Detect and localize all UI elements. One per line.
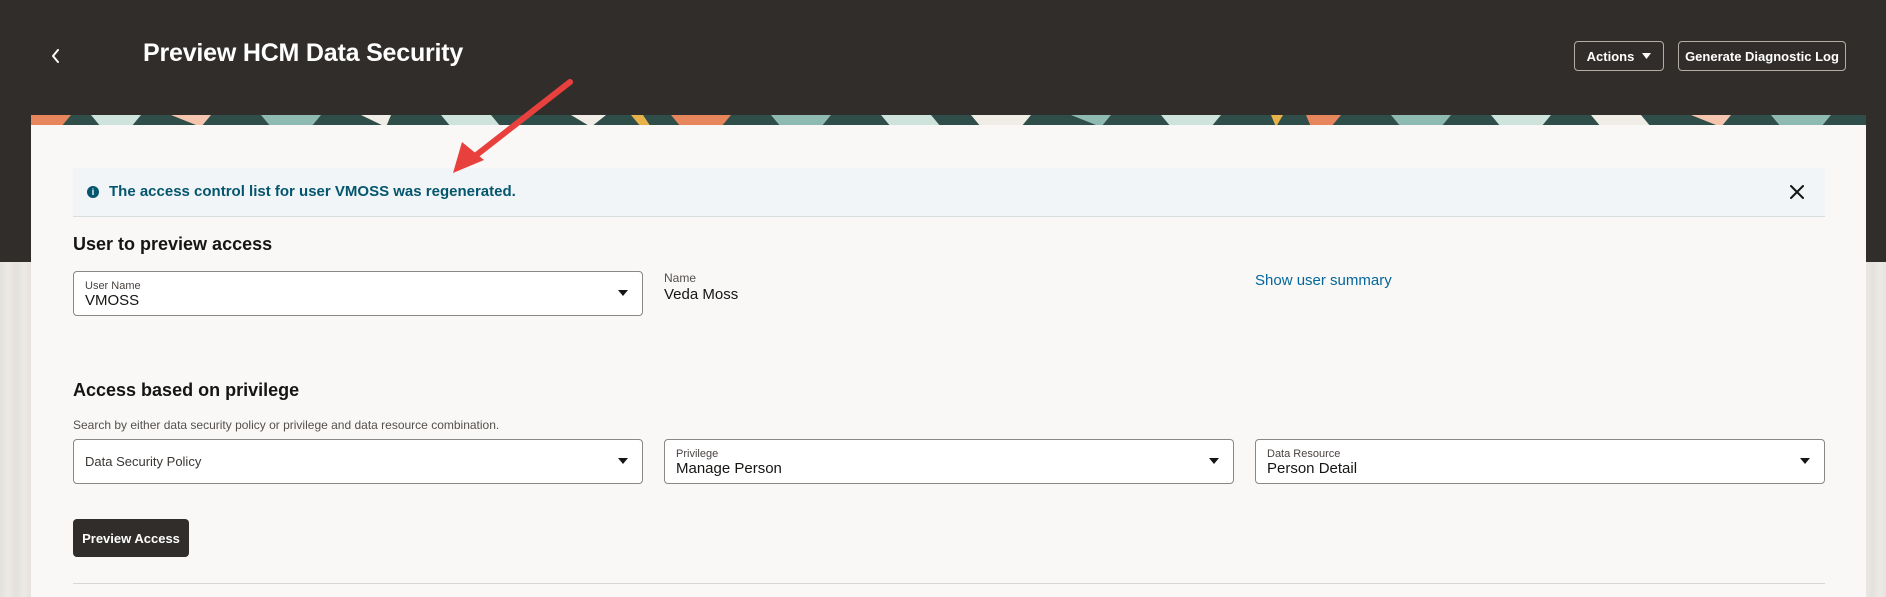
data-resource-label: Data Resource	[1267, 448, 1341, 460]
data-resource-value: Person Detail	[1267, 460, 1358, 477]
data-security-policy-select[interactable]: Data Security Policy	[73, 439, 643, 484]
data-security-policy-placeholder: Data Security Policy	[85, 454, 202, 469]
info-icon: i	[87, 186, 99, 198]
caret-down-icon	[1642, 53, 1652, 59]
page-title: Preview HCM Data Security	[143, 39, 464, 67]
user-section-title: User to preview access	[73, 234, 273, 254]
preview-access-button[interactable]: Preview Access	[73, 519, 189, 557]
show-user-summary-link[interactable]: Show user summary	[1255, 272, 1392, 289]
back-button[interactable]	[40, 40, 72, 72]
name-value: Veda Moss	[664, 286, 739, 303]
chevron-left-icon	[52, 49, 59, 63]
close-icon	[1790, 185, 1804, 199]
actions-button[interactable]: Actions	[1574, 41, 1664, 71]
privilege-section-title: Access based on privilege	[73, 380, 300, 400]
close-message-button[interactable]	[1785, 180, 1809, 204]
privilege-label: Privilege	[676, 448, 719, 460]
caret-down-icon	[618, 458, 628, 464]
annotation-arrow	[453, 79, 573, 173]
privilege-help-text: Search by either data security policy or…	[73, 418, 500, 432]
user-name-select[interactable]: User Name VMOSS	[73, 271, 643, 316]
privilege-value: Manage Person	[676, 460, 782, 477]
generate-diagnostic-log-button[interactable]: Generate Diagnostic Log	[1678, 41, 1846, 71]
actions-button-label: Actions	[1586, 48, 1635, 64]
section-divider	[73, 583, 1825, 584]
info-message: i The access control list for user VMOSS…	[73, 168, 1825, 217]
caret-down-icon	[1800, 458, 1810, 464]
caret-down-icon	[618, 290, 628, 296]
name-label: Name	[664, 271, 697, 285]
user-name-value: VMOSS	[85, 292, 140, 309]
caret-down-icon	[1209, 458, 1219, 464]
info-message-text: The access control list for user VMOSS w…	[109, 183, 516, 200]
privilege-select[interactable]: Privilege Manage Person	[664, 439, 1234, 484]
user-name-label: User Name	[85, 280, 141, 292]
data-resource-select[interactable]: Data Resource Person Detail	[1255, 439, 1825, 484]
page-header: Preview HCM Data Security Actions Genera…	[0, 0, 1886, 110]
